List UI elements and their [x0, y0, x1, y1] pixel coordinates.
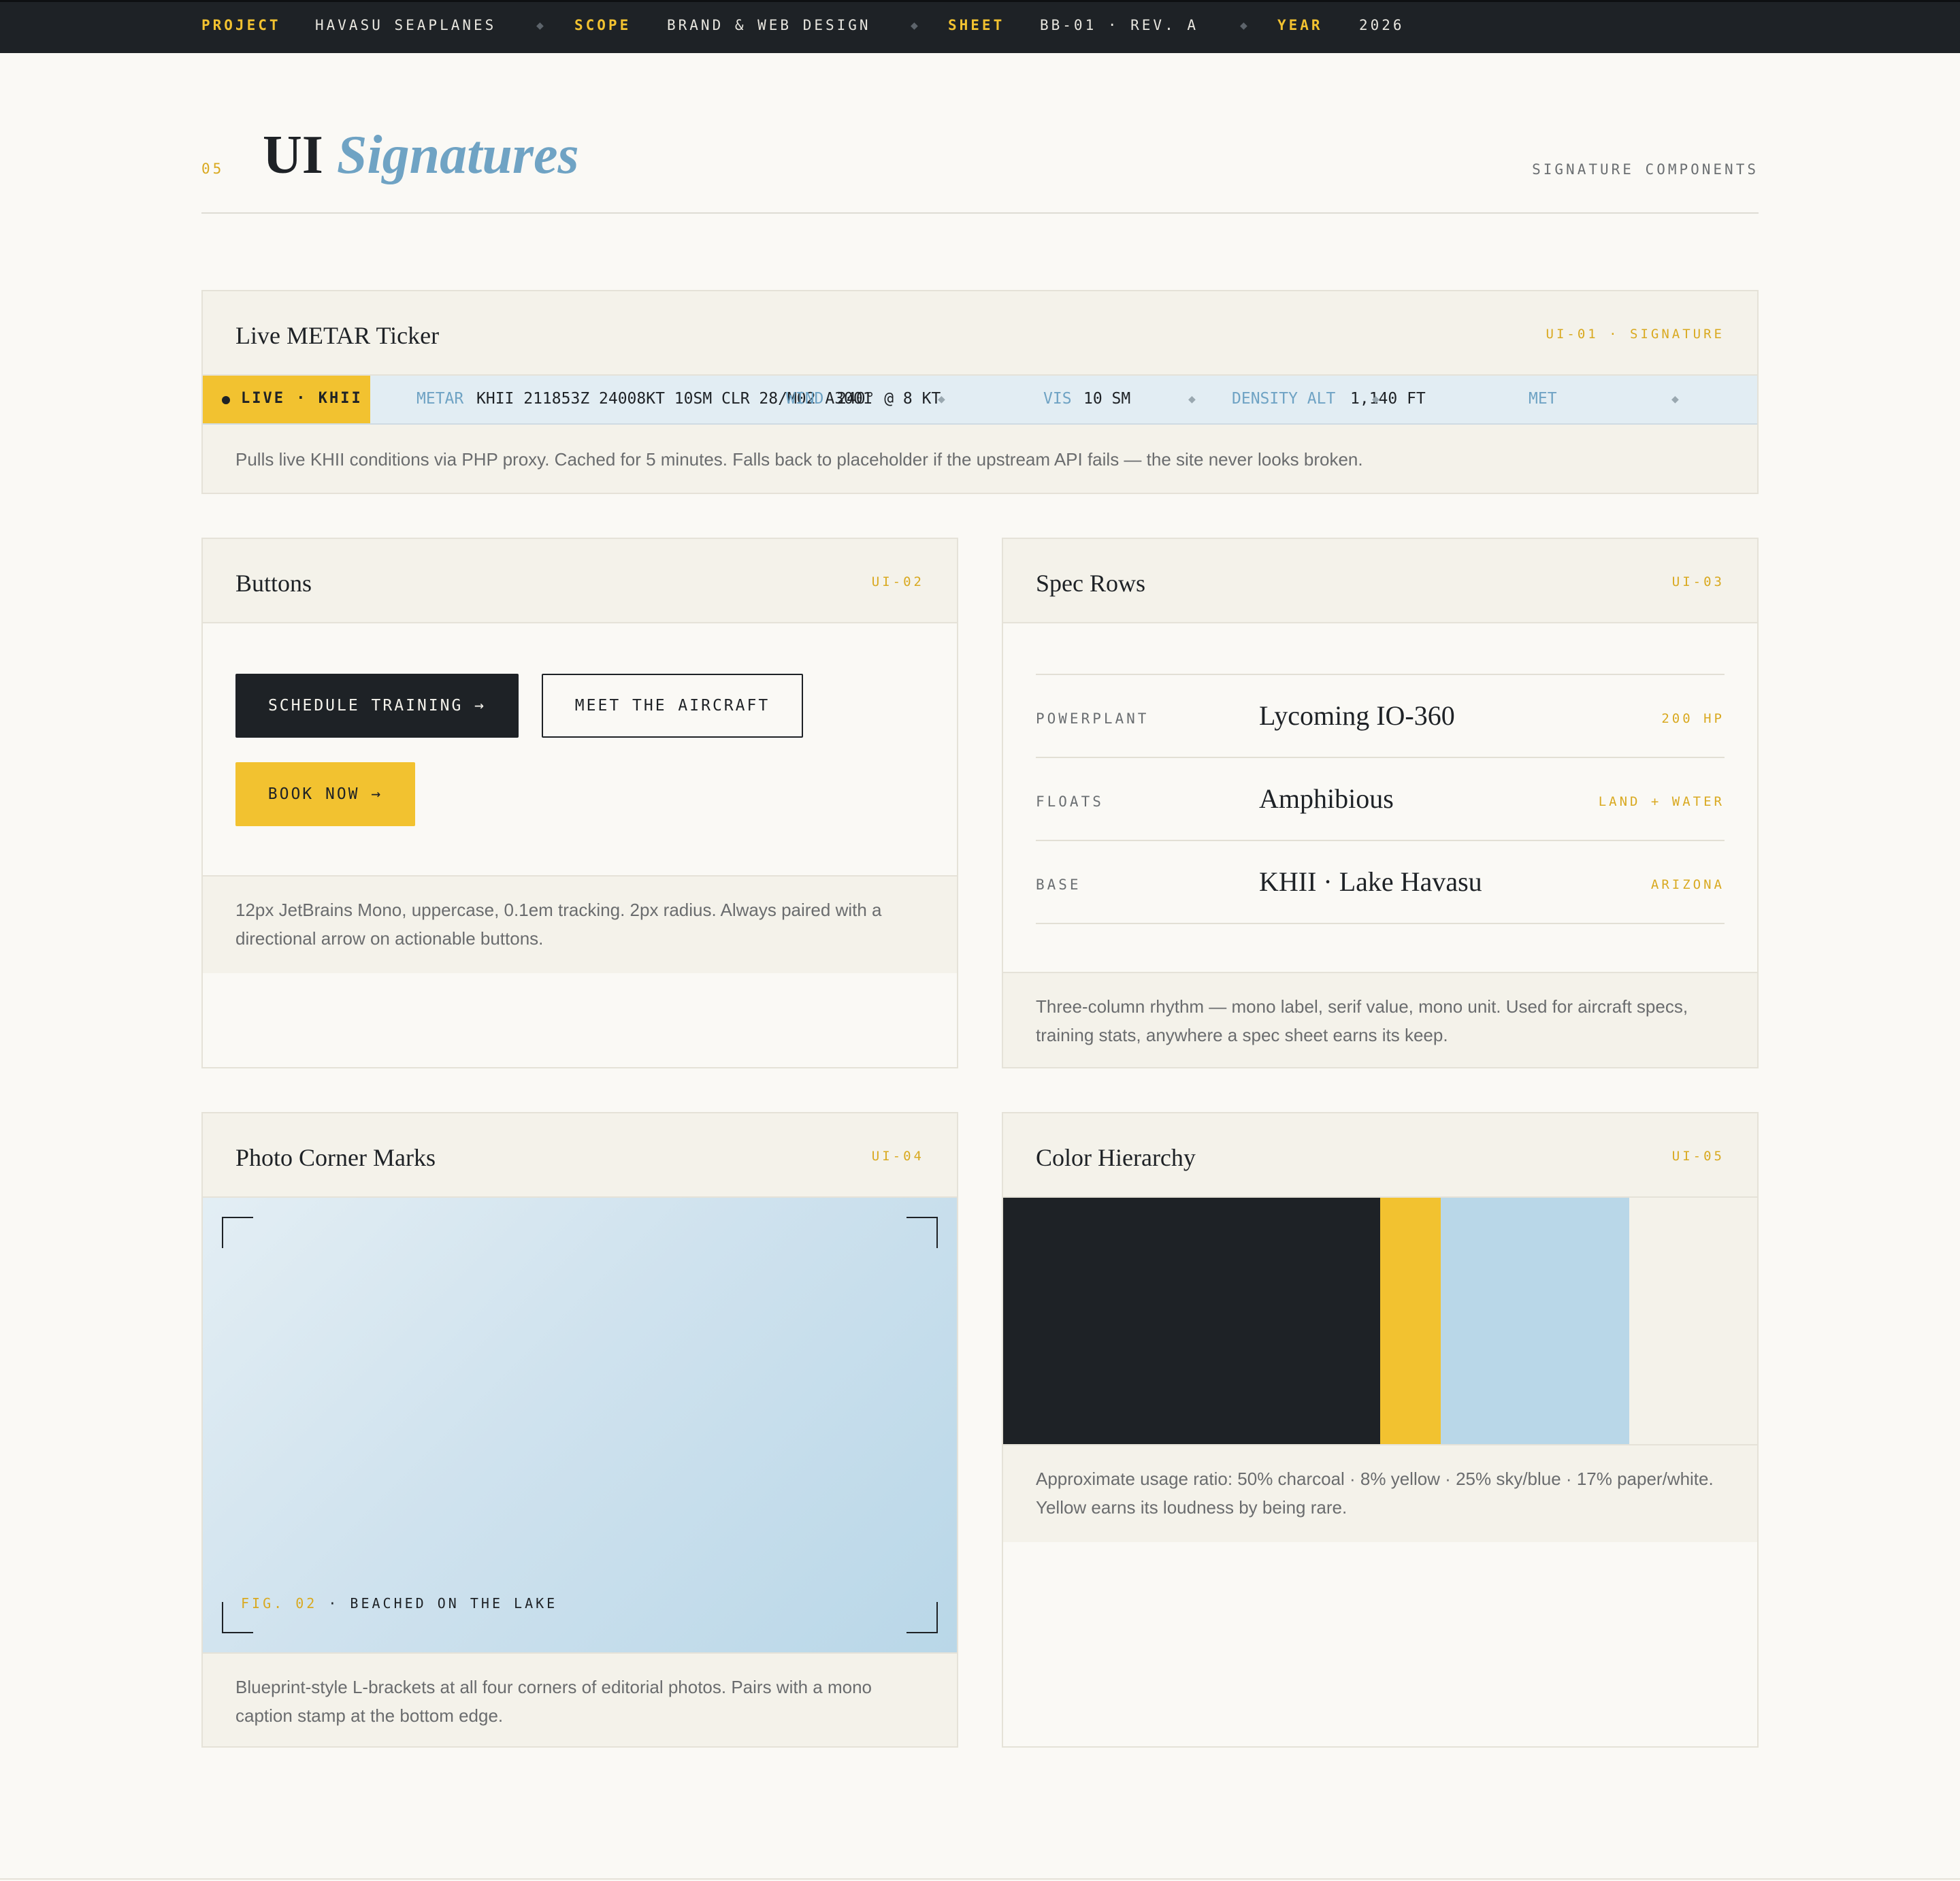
year-key: YEAR [1277, 17, 1323, 33]
spec-value: KHII · Lake Havasu [1259, 866, 1482, 897]
live-label: LIVE · KHII [241, 390, 363, 407]
ticker-card: Live METAR Ticker UI-01 · SIGNATURE LIVE… [201, 290, 1759, 494]
card-title: Color Hierarchy [1036, 1144, 1196, 1171]
spec-rows-card: Spec Rows UI-03 POWERPLANT Lycoming IO-3… [1002, 538, 1759, 1068]
schedule-training-button[interactable]: SCHEDULE TRAINING → [235, 674, 519, 738]
card-title: Spec Rows [1036, 570, 1145, 597]
color-hierarchy-card: Color Hierarchy UI-05 Approximate usage … [1002, 1112, 1759, 1748]
photo-corner-marks-card: Photo Corner Marks UI-04 FIG. 02 · BEACH… [201, 1112, 958, 1748]
ticker-label: VIS [1043, 390, 1072, 408]
spec-divider [1036, 923, 1725, 924]
card-header: Color Hierarchy UI-05 [1003, 1113, 1757, 1198]
sheet-key: SHEET [948, 17, 1005, 33]
top-bar: PROJECT HAVASU SEAPLANES ◆ SCOPE BRAND &… [0, 0, 1960, 53]
spec-label: FLOATS [1036, 794, 1104, 810]
ticker-value: 240° @ 8 KT [837, 390, 941, 408]
card-header: Buttons UI-02 [203, 539, 957, 623]
scope-value: BRAND & WEB DESIGN [667, 17, 871, 33]
spec-unit: 200 HP [1661, 711, 1725, 726]
spec-divider [1036, 840, 1725, 841]
ticker-separator-icon: ◆ [1188, 392, 1196, 406]
card-title: Live METAR Ticker [235, 322, 440, 349]
spec-unit: LAND + WATER [1598, 794, 1725, 809]
section-number: 05 [201, 161, 225, 177]
caption-text: · BEACHED ON THE LAKE [317, 1595, 558, 1612]
meet-the-aircraft-button[interactable]: MEET THE AIRCRAFT [542, 674, 803, 738]
card-tag: UI-04 [871, 1149, 924, 1164]
color-segment-paper-white [1629, 1198, 1757, 1444]
card-note: Three-column rhythm — mono label, serif … [1003, 972, 1757, 1067]
ticker-label: DENSITY ALT [1232, 390, 1336, 408]
spec-value: Amphibious [1259, 783, 1394, 814]
card-tag: UI-05 [1671, 1149, 1725, 1164]
card-note: Pulls live KHII conditions via PHP proxy… [203, 425, 1757, 493]
ticker-value: 1,140 FT [1350, 390, 1426, 408]
card-title: Buttons [235, 570, 312, 597]
sheet-value: BB-01 · REV. A [1040, 17, 1199, 33]
ticker-separator-icon: ◆ [1372, 392, 1379, 406]
ticker-label: MET [1529, 390, 1557, 408]
page-title-plain: UI [263, 125, 323, 185]
corner-bracket-icon [906, 1217, 938, 1248]
ticker-label: WIND [786, 390, 824, 408]
year-value: 2026 [1359, 17, 1405, 33]
spec-label: BASE [1036, 877, 1081, 893]
spec-label: POWERPLANT [1036, 710, 1149, 727]
card-title: Photo Corner Marks [235, 1144, 436, 1171]
card-tag: UI-03 [1671, 574, 1725, 589]
scope-key: SCOPE [574, 17, 632, 33]
photo-caption: FIG. 02 · BEACHED ON THE LAKE [241, 1595, 557, 1612]
ticker-value: 10 SM [1083, 390, 1131, 408]
card-header: Photo Corner Marks UI-04 [203, 1113, 957, 1198]
card-header: Spec Rows UI-03 [1003, 539, 1757, 623]
project-key: PROJECT [201, 17, 281, 33]
caption-figure: FIG. 02 [241, 1595, 318, 1612]
editorial-photo: FIG. 02 · BEACHED ON THE LAKE [203, 1198, 957, 1652]
ticker-label: METAR [416, 390, 464, 408]
buttons-card: Buttons UI-02 SCHEDULE TRAINING → MEET T… [201, 538, 958, 1068]
separator-diamond-icon: ◆ [1240, 18, 1250, 33]
live-dot-icon [222, 396, 230, 404]
separator-diamond-icon: ◆ [536, 18, 546, 33]
spec-unit: ARIZONA [1650, 877, 1725, 892]
page-title: UI Signatures [263, 128, 579, 182]
card-note: Blueprint-style L-brackets at all four c… [203, 1652, 957, 1746]
page-bottom-rule [0, 1878, 1960, 1880]
section-label: SIGNATURE COMPONENTS [1532, 161, 1759, 178]
card-header: Live METAR Ticker UI-01 · SIGNATURE [203, 291, 1757, 376]
header-divider [201, 212, 1759, 214]
corner-bracket-icon [906, 1602, 938, 1633]
ticker-separator-icon: ◆ [1671, 392, 1679, 406]
book-now-button[interactable]: BOOK NOW → [235, 762, 415, 826]
spec-value: Lycoming IO-360 [1259, 700, 1455, 731]
corner-bracket-icon [222, 1217, 253, 1248]
color-segment-yellow [1380, 1198, 1441, 1444]
live-badge: LIVE · KHII [203, 376, 370, 423]
card-note: 12px JetBrains Mono, uppercase, 0.1em tr… [203, 875, 957, 973]
card-tag: UI-02 [871, 574, 924, 589]
project-value: HAVASU SEAPLANES [315, 17, 497, 33]
separator-diamond-icon: ◆ [911, 18, 921, 33]
page-title-italic: Signatures [336, 125, 579, 185]
card-tag: UI-01 · SIGNATURE [1546, 327, 1725, 342]
metar-ticker[interactable]: LIVE · KHII METAR KHII 211853Z 24008KT 1… [203, 376, 1757, 425]
spec-divider [1036, 674, 1725, 675]
color-segment-charcoal [1003, 1198, 1380, 1444]
card-note: Approximate usage ratio: 50% charcoal · … [1003, 1444, 1757, 1542]
spec-divider [1036, 757, 1725, 758]
color-segment-sky-blue [1441, 1198, 1629, 1444]
